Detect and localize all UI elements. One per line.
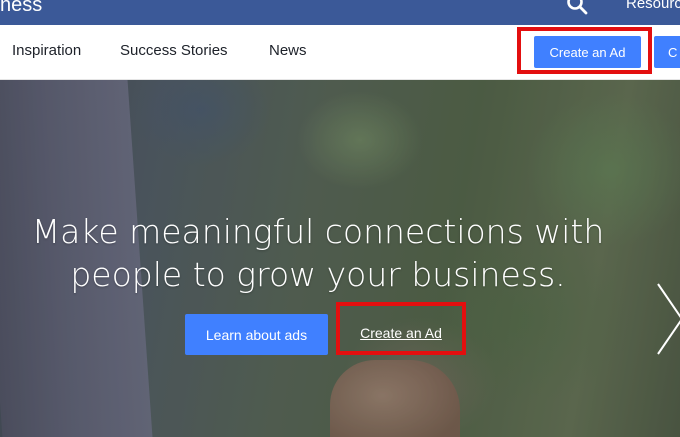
hero-headline: Make meaningful connections with people … [31, 212, 605, 294]
nav-link-news[interactable]: News [269, 42, 307, 59]
chevron-right-icon[interactable] [654, 280, 680, 358]
main-nav: Inspiration Success Stories News Create … [0, 25, 680, 80]
create-ad-button[interactable]: Create an Ad [534, 36, 641, 68]
hero-banner: Make meaningful connections with people … [0, 80, 680, 437]
learn-about-ads-button[interactable]: Learn about ads [185, 314, 328, 355]
resources-link[interactable]: Resourc [626, 0, 680, 12]
brand-title[interactable]: ness [0, 0, 42, 17]
nav-link-inspiration[interactable]: Inspiration [12, 42, 81, 59]
top-bar: ness Resourc [0, 0, 680, 25]
nav-link-success-stories[interactable]: Success Stories [120, 42, 228, 59]
partial-nav-button[interactable]: C [654, 36, 680, 68]
search-icon[interactable] [566, 0, 588, 15]
create-ad-link[interactable]: Create an Ad [336, 308, 466, 358]
